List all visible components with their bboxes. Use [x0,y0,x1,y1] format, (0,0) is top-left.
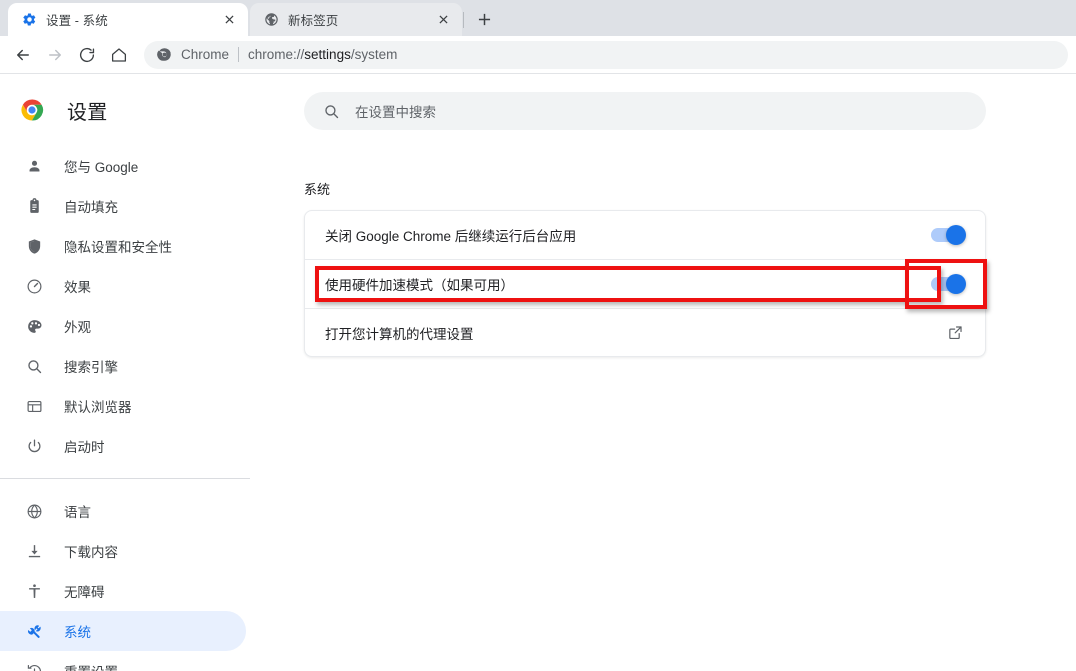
tab-strip: 设置 - 系统 新标签页 [0,0,1076,36]
person-icon [24,156,44,176]
search-icon [322,102,340,120]
system-settings-card: 关闭 Google Chrome 后继续运行后台应用 使用硬件加速模式（如果可用… [304,210,986,357]
row-action [931,225,966,245]
close-icon[interactable] [434,11,452,29]
sidebar-item-accessibility[interactable]: 无障碍 [0,571,246,611]
url-scheme: chrome:// [248,47,305,62]
sidebar-nav-group-2: 语言 下载内容 无障碍 系统 [0,491,300,671]
sidebar-item-label: 下载内容 [64,545,118,560]
sidebar-divider [0,478,250,479]
sidebar-item-downloads[interactable]: 下载内容 [0,531,246,571]
sidebar-item-label: 系统 [64,625,91,640]
row-label: 关闭 Google Chrome 后继续运行后台应用 [325,229,577,244]
address-bar[interactable]: Chrome chrome://settings/system [144,40,1068,69]
gear-icon [21,12,37,28]
tab-settings[interactable]: 设置 - 系统 [8,3,248,36]
url-host: settings [304,47,351,62]
chrome-logo-icon [156,47,172,63]
sidebar-item-label: 隐私设置和安全性 [64,240,172,255]
sidebar-item-you-and-google[interactable]: 您与 Google [0,146,246,186]
search-placeholder: 在设置中搜索 [355,105,436,120]
sidebar-item-label: 启动时 [64,440,105,455]
tab-separator [463,12,464,28]
tab-title: 新标签页 [288,14,339,28]
settings-page: 设置 您与 Google 自动填充 隐私设置和安全性 效果 外观 搜索引擎 默认… [0,74,1076,671]
sidebar-item-label: 您与 Google [64,160,139,175]
sidebar-item-label: 效果 [64,280,91,295]
globe-icon [263,12,279,28]
back-button[interactable] [8,40,38,70]
new-tab-button[interactable] [470,5,498,33]
search-icon [24,356,44,376]
sidebar-item-search-engine[interactable]: 搜索引擎 [0,346,246,386]
toggle-knob [946,274,966,294]
hardware-acceleration-toggle[interactable] [931,274,966,294]
external-link-icon[interactable] [945,323,965,343]
search-section: 在设置中搜索 [300,74,1076,130]
omnibox-url: chrome://settings/system [248,47,397,62]
background-apps-toggle[interactable] [931,225,966,245]
tab-new-tab[interactable]: 新标签页 [250,3,462,36]
wrench-icon [24,621,44,641]
sidebar-item-performance[interactable]: 效果 [0,266,246,306]
row-background-apps[interactable]: 关闭 Google Chrome 后继续运行后台应用 [305,211,985,259]
row-label: 打开您计算机的代理设置 [325,326,474,342]
forward-button[interactable] [40,40,70,70]
browser-toolbar: Chrome chrome://settings/system [0,36,1076,74]
page-title: 设置 [67,101,108,124]
row-proxy-settings[interactable]: 打开您计算机的代理设置 [305,308,985,356]
sidebar-item-label: 重置设置 [64,661,118,671]
toggle-knob [946,225,966,245]
download-icon [24,541,44,561]
omnibox-chip-label: Chrome [181,47,230,62]
sidebar-item-default-browser[interactable]: 默认浏览器 [0,386,246,426]
sidebar-item-label: 外观 [64,320,91,335]
settings-sidebar: 设置 您与 Google 自动填充 隐私设置和安全性 效果 外观 搜索引擎 默认… [0,74,300,671]
omnibox-divider [238,47,240,62]
row-action [945,323,965,343]
sidebar-item-appearance[interactable]: 外观 [0,306,246,346]
shield-icon [24,236,44,256]
power-icon [24,436,44,456]
section-heading-system: 系统 [304,182,331,197]
sidebar-item-label: 语言 [64,505,91,520]
sidebar-item-label: 搜索引擎 [64,360,118,375]
accessibility-icon [24,581,44,601]
settings-main: 在设置中搜索 系统 关闭 Google Chrome 后继续运行后台应用 使用硬… [300,74,1076,671]
restore-icon [24,661,44,671]
sidebar-item-label: 自动填充 [64,200,118,215]
row-label: 使用硬件加速模式（如果可用） [325,278,514,293]
speedometer-icon [24,276,44,296]
chrome-logo-icon [20,98,44,122]
search-input[interactable]: 在设置中搜索 [304,92,986,130]
browser-window: 设置 - 系统 新标签页 Chrome chrome://settings/sy… [0,0,1076,671]
settings-brand: 设置 [0,82,300,138]
sidebar-item-on-startup[interactable]: 启动时 [0,426,246,466]
sidebar-item-reset-settings[interactable]: 重置设置 [0,651,246,671]
sidebar-item-autofill[interactable]: 自动填充 [0,186,246,226]
sidebar-item-label: 默认浏览器 [64,400,132,415]
row-action [931,274,966,294]
sidebar-nav-group-1: 您与 Google 自动填充 隐私设置和安全性 效果 外观 搜索引擎 默认浏览器… [0,146,300,466]
sidebar-item-privacy-security[interactable]: 隐私设置和安全性 [0,226,246,266]
close-icon[interactable] [220,11,238,29]
clipboard-icon [24,196,44,216]
palette-icon [24,316,44,336]
home-button[interactable] [104,40,134,70]
tab-title: 设置 - 系统 [46,14,108,28]
globe-icon [24,501,44,521]
sidebar-item-label: 无障碍 [64,585,105,600]
browser-window-icon [24,396,44,416]
row-hardware-acceleration[interactable]: 使用硬件加速模式（如果可用） [305,259,985,308]
url-path: /system [350,47,398,62]
sidebar-item-system[interactable]: 系统 [0,611,246,651]
sidebar-item-languages[interactable]: 语言 [0,491,246,531]
reload-button[interactable] [72,40,102,70]
